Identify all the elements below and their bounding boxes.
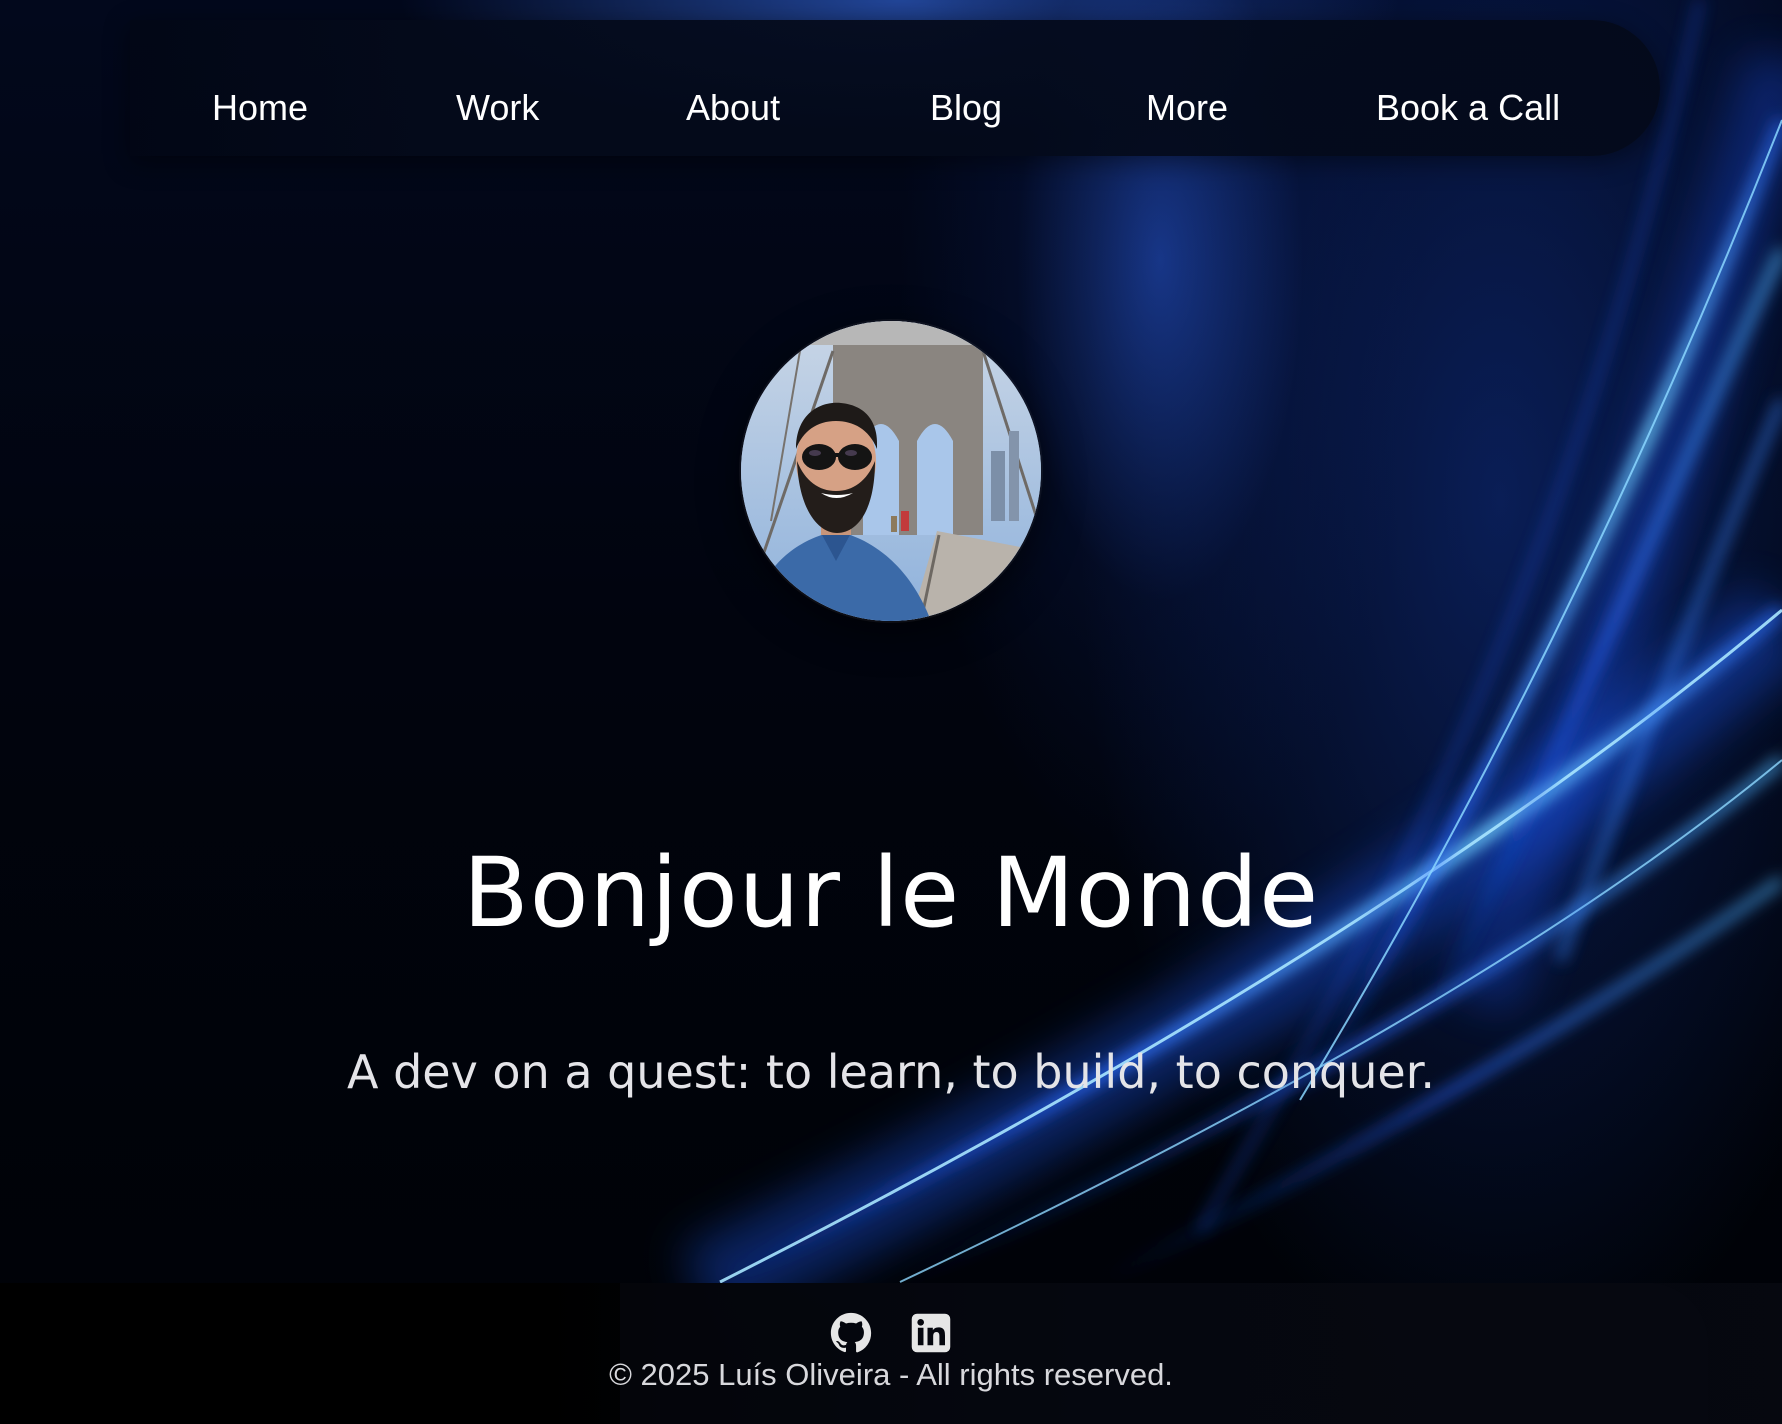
background-light-streaks: [0, 0, 1782, 1424]
linkedin-icon[interactable]: [910, 1312, 952, 1354]
nav-item-more[interactable]: More: [1146, 86, 1228, 130]
hero-subtitle: A dev on a quest: to learn, to build, to…: [346, 1045, 1436, 1099]
nav-item-blog[interactable]: Blog: [930, 86, 1002, 130]
hero-title: Bonjour le Monde: [462, 837, 1320, 949]
light-streaks-graphic: [680, 0, 1782, 1331]
top-navigation-bar: Home Work About Blog More Book a Call: [130, 20, 1660, 156]
nav-item-home[interactable]: Home: [212, 86, 308, 130]
github-icon[interactable]: [830, 1312, 872, 1354]
nav-item-about[interactable]: About: [686, 86, 780, 130]
profile-avatar: [741, 321, 1041, 621]
avatar-photo-illustration: [741, 321, 1041, 621]
copyright-text: © 2025 Luís Oliveira - All rights reserv…: [609, 1357, 1173, 1392]
footer-panel: [620, 1283, 1708, 1424]
nav-item-work[interactable]: Work: [456, 86, 539, 130]
github-icon-graphic: [830, 1312, 872, 1353]
footer: [0, 1283, 1782, 1424]
linkedin-icon-graphic: [911, 1313, 951, 1353]
nav-item-book-a-call[interactable]: Book a Call: [1376, 86, 1560, 130]
